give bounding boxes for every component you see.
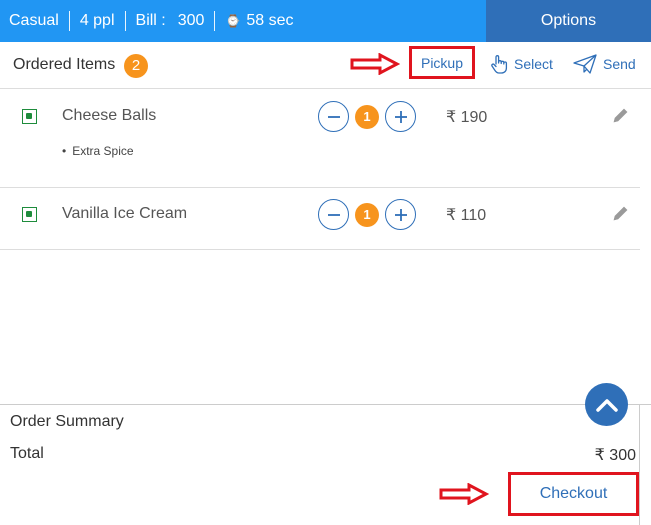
send-icon <box>573 54 597 74</box>
table-info: Casual 4 ppl Bill : 300 ⌚ 58 sec <box>0 0 294 42</box>
top-bar: Casual 4 ppl Bill : 300 ⌚ 58 sec Options <box>0 0 651 42</box>
total-label: Total <box>10 445 44 462</box>
modifier-text: Extra Spice <box>72 144 134 158</box>
ordered-items-title: Ordered Items <box>13 56 116 73</box>
item-price: ₹ 190 <box>446 109 488 126</box>
item-price: ₹ 110 <box>446 207 487 224</box>
pickup-label: Pickup <box>420 54 464 71</box>
checkout-label: Checkout <box>539 485 608 502</box>
table-type: Casual <box>9 12 59 29</box>
options-button[interactable]: Options <box>486 0 651 42</box>
item-count-badge: 2 <box>124 54 148 78</box>
decrease-qty-button[interactable] <box>318 101 349 132</box>
item-name: Vanilla Ice Cream <box>62 205 188 222</box>
divider <box>214 11 216 31</box>
timer-icon: ⌚ <box>225 14 241 28</box>
scroll-up-button[interactable] <box>585 383 628 426</box>
minus-icon <box>327 213 340 216</box>
edit-pencil-icon[interactable] <box>612 204 630 222</box>
divider <box>124 11 126 31</box>
timer-value: 58 sec <box>246 12 294 29</box>
hand-pointer-icon <box>491 55 508 74</box>
annotation-arrow-icon <box>350 53 400 75</box>
bill-label: Bill : <box>135 12 166 29</box>
divider <box>68 11 70 31</box>
edit-pencil-icon[interactable] <box>612 106 630 124</box>
minus-icon <box>327 115 340 118</box>
increase-qty-button[interactable] <box>385 101 416 132</box>
veg-indicator-icon <box>22 109 37 124</box>
quantity-stepper: 1 <box>318 199 416 230</box>
modifier-item: • Extra Spice <box>62 144 134 158</box>
bullet-icon: • <box>62 144 67 158</box>
select-button[interactable]: Select <box>490 54 553 74</box>
ordered-items-header: Ordered Items 2 Pickup Select Send <box>0 42 651 89</box>
order-summary-title: Order Summary <box>10 413 124 430</box>
modifier-list: • Extra Spice <box>62 144 134 158</box>
order-item-row: Cheese Balls • Extra Spice 1 ₹ 190 <box>0 90 640 188</box>
quantity-stepper: 1 <box>318 101 416 132</box>
send-button[interactable]: Send <box>573 54 636 74</box>
divider <box>639 404 640 525</box>
increase-qty-button[interactable] <box>385 199 416 230</box>
veg-indicator-icon <box>22 207 37 222</box>
quantity-badge: 1 <box>355 202 379 227</box>
chevron-up-icon <box>595 398 618 412</box>
plus-icon <box>394 208 407 221</box>
plus-icon <box>394 110 407 123</box>
select-label: Select <box>514 56 553 72</box>
send-label: Send <box>603 56 636 72</box>
quantity-badge: 1 <box>355 104 379 129</box>
people-count: 4 ppl <box>79 12 115 29</box>
annotation-arrow-icon <box>439 483 489 505</box>
bill-value: 300 <box>177 12 205 29</box>
total-value: ₹ 300 <box>594 447 636 464</box>
options-label: Options <box>540 12 597 29</box>
decrease-qty-button[interactable] <box>318 199 349 230</box>
item-name: Cheese Balls <box>62 107 157 124</box>
order-item-row: Vanilla Ice Cream 1 ₹ 110 <box>0 188 640 250</box>
checkout-button[interactable]: Checkout <box>508 472 639 516</box>
pickup-button[interactable]: Pickup <box>409 46 475 79</box>
